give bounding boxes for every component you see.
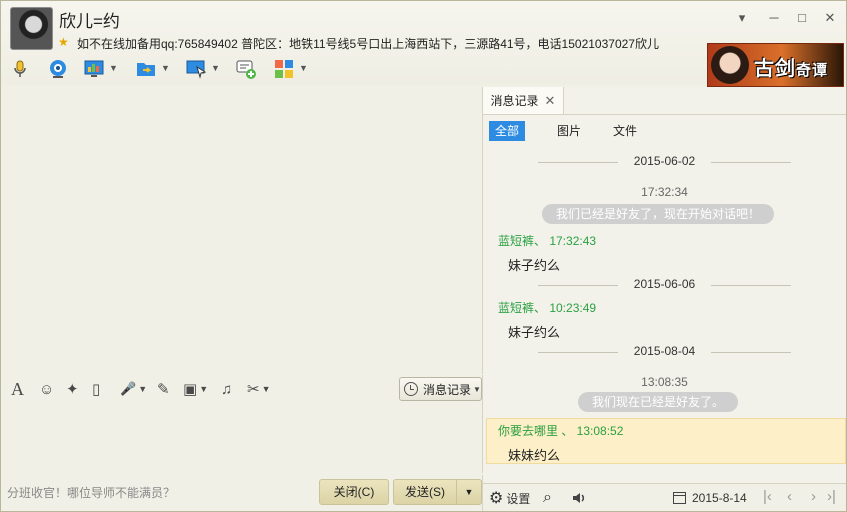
multi-chat-button[interactable] [235,55,257,81]
message-sender: 蓝短裤、 10:23:49 [498,301,597,315]
remote-desktop-icon [185,58,207,79]
message-time: 17:32:34 [641,185,688,199]
message-body: 妹妹约么 [508,448,561,463]
message-sender: 蓝短裤、 17:32:43 [498,234,597,248]
chevron-down-icon: ▼ [138,384,148,394]
chat-message-area[interactable] [1,87,483,374]
ad-tip-link[interactable]: 分班收官！哪位导师不能满员？ [7,484,175,501]
ad-title-sub: 奇谭 [796,62,829,79]
image-button[interactable]: ▣ ▼ [183,380,208,398]
chevron-down-icon[interactable]: ▼ [161,63,170,73]
video-call-button[interactable] [47,55,69,81]
chevron-down-icon: ▼ [261,384,271,394]
chevron-down-icon[interactable]: ▼ [299,63,308,73]
send-bar: 分班收官！哪位导师不能满员？ 关闭(C) 发送(S) ▼ [1,475,483,511]
maximize-button[interactable]: □ [793,9,811,27]
settings-button[interactable]: ⚙ 设置 [489,488,530,508]
ad-portrait [711,46,749,84]
chevron-down-icon[interactable]: ▼ [109,63,118,73]
close-icon[interactable]: ✕ [545,93,556,109]
speaker-icon[interactable] [571,488,587,508]
ad-title: 古剑奇谭 [754,52,828,81]
close-button[interactable]: 关闭(C) [319,479,389,505]
message-history-button[interactable]: 消息记录 ▼ [399,377,482,401]
screen-share-button[interactable]: ▼ [83,55,118,81]
close-window-button[interactable]: ✕ [821,9,839,27]
last-page-icon[interactable]: ›| [827,488,836,505]
tab-label: 消息记录 [490,94,539,108]
group-chat-icon [235,58,257,79]
chevron-down-icon: ▼ [473,384,481,394]
emoji-icon[interactable]: ☺ [39,380,54,398]
next-page-icon[interactable]: › [811,488,816,505]
message-sender: 你要去哪里 、 13:08:52 [498,424,624,438]
contact-avatar[interactable] [10,7,53,50]
message-history-label: 消息记录 [423,382,472,397]
search-icon[interactable]: ⌕ [543,488,552,508]
voice-message-icon: 🎤 [120,381,137,396]
voice-call-button[interactable] [9,55,31,81]
menu-dropdown-icon[interactable]: ▾ [733,9,751,27]
screen-share-icon [83,58,105,78]
apps-icon [273,58,295,78]
message-input[interactable] [1,403,483,473]
first-page-icon[interactable]: |‹ [763,488,772,505]
tab-message-history[interactable]: 消息记录 ✕ [483,87,564,114]
history-tab-bar: 消息记录 ✕ [483,87,846,115]
date-divider: 2015-06-02 [483,154,846,170]
settings-label: 设置 [506,491,531,506]
video-call-icon [47,58,69,78]
ad-banner[interactable]: 古剑奇谭 [707,43,844,87]
message-body: 妹子约么 [508,258,561,273]
voice-message-button[interactable]: 🎤 ▼ [120,380,147,398]
history-message-list[interactable]: 2015-06-02 17:32:34 我们已经是好友了，现在开始对话吧！ 蓝短… [483,147,846,467]
minimize-button[interactable]: ─ [765,9,783,27]
chat-window: 欣儿=约 ★ 如不在线加备用qq:765849402 普陀区：地铁11号线5号口… [0,0,847,512]
font-icon[interactable]: A [11,379,24,399]
star-icon: ★ [58,35,69,49]
filter-images[interactable]: 图片 [551,121,587,141]
microphone-icon [9,58,31,78]
system-notice: 我们已经是好友了，现在开始对话吧！ [542,204,774,224]
edit-icon[interactable]: ✎ [157,380,170,398]
contact-signature: 如不在线加备用qq:765849402 普陀区：地铁11号线5号口出上海西站下，… [77,37,659,51]
screenshot-icon[interactable]: ▯ [92,380,100,398]
message-body: 妹子约么 [508,325,561,340]
chevron-down-icon: ▼ [199,384,209,394]
date-divider: 2015-06-06 [483,277,846,293]
send-button[interactable]: 发送(S) [393,479,457,505]
file-transfer-button[interactable]: ▼ [135,55,170,81]
clock-icon [404,382,418,396]
previous-page-icon[interactable]: ‹ [787,488,792,505]
filter-all[interactable]: 全部 [489,121,526,141]
window-header: 欣儿=约 ★ 如不在线加备用qq:765849402 普陀区：地铁11号线5号口… [1,1,846,87]
music-icon[interactable]: ♫ [221,380,232,398]
message-time: 13:08:35 [641,375,688,389]
history-footer: ⚙ 设置 ⌕ 2015-8-14 |‹ ‹ › ›| [483,483,846,511]
ad-title-main: 古剑 [754,58,796,80]
history-filters: 全部 图片 文件 [483,115,846,145]
apps-button[interactable]: ▼ [273,55,308,81]
scissors-button[interactable]: ✂ ▼ [247,380,271,398]
system-notice: 我们现在已经是好友了。 [578,392,738,412]
chevron-down-icon[interactable]: ▼ [211,63,220,73]
shake-icon[interactable]: ✦ [66,380,79,398]
date-divider: 2015-08-04 [483,344,846,360]
filter-files[interactable]: 文件 [607,121,643,141]
contact-name: 欣儿=约 [59,12,120,31]
file-transfer-icon [135,58,157,78]
history-panel: 消息记录 ✕ 全部 图片 文件 2015-06-02 17:32:34 我们已经… [483,87,846,511]
remote-desktop-button[interactable]: ▼ [185,55,220,81]
calendar-icon [673,492,686,504]
scissors-icon: ✂ [247,381,260,398]
date-picker[interactable]: 2015-8-14 [673,488,747,508]
image-icon: ▣ [183,381,198,398]
send-options-chevron-icon[interactable]: ▼ [456,479,482,505]
gear-icon: ⚙ [489,490,504,507]
history-date: 2015-8-14 [692,491,747,505]
